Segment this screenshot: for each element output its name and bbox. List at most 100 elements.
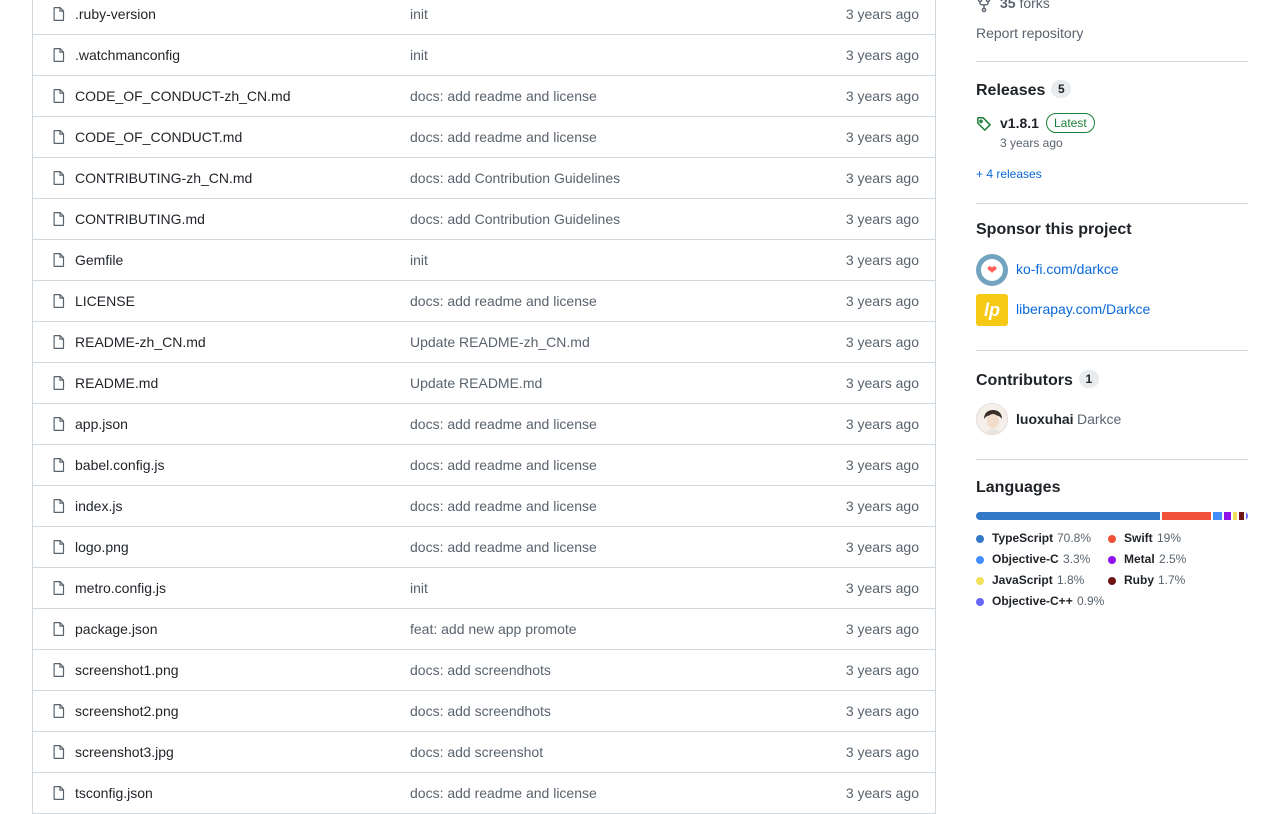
heart-icon: ❤: [981, 259, 1003, 281]
file-row[interactable]: metro.config.js init 3 years ago: [33, 568, 935, 609]
commit-message-link[interactable]: Update README-zh_CN.md: [410, 322, 590, 363]
file-name-link[interactable]: index.js: [75, 486, 122, 527]
language-percent: 2.5%: [1159, 552, 1187, 566]
file-name-link[interactable]: CODE_OF_CONDUCT.md: [75, 117, 242, 158]
file-icon: [53, 130, 65, 144]
file-name-link[interactable]: Gemfile: [75, 240, 123, 281]
file-row[interactable]: screenshot1.png docs: add screendhots 3 ye…: [33, 650, 935, 691]
file-name-link[interactable]: LICENSE: [75, 281, 135, 322]
releases-heading[interactable]: Releases 5: [976, 80, 1072, 100]
file-row[interactable]: README.md Update README.md 3 years ago: [33, 363, 935, 404]
commit-message-link[interactable]: docs: add screendhots: [410, 650, 551, 691]
releases-count: 5: [1051, 80, 1072, 98]
sponsor-kofi[interactable]: ❤ ko-fi.com/darkce: [976, 254, 1248, 286]
commit-message-link[interactable]: Update README.md: [410, 363, 542, 404]
file-row[interactable]: screenshot3.jpg docs: add screenshot 3 yea…: [33, 732, 935, 773]
file-row[interactable]: Gemfile init 3 years ago: [33, 240, 935, 281]
sponsor-liberapay[interactable]: lp liberapay.com/Darkce: [976, 294, 1248, 326]
file-name-link[interactable]: screenshot1.png: [75, 650, 179, 691]
commit-age: 3 years ago: [845, 252, 919, 268]
commit-message-link[interactable]: docs: add readme and license: [410, 117, 597, 158]
file-row[interactable]: CONTRIBUTING.md docs: add Contribution Gu…: [33, 199, 935, 240]
file-name-link[interactable]: babel.config.js: [75, 445, 165, 486]
file-icon: [53, 294, 65, 308]
file-name-link[interactable]: package.json: [75, 609, 158, 650]
language-color-dot: [1108, 556, 1116, 564]
file-row[interactable]: LICENSE docs: add readme and license 3 yea…: [33, 281, 935, 322]
language-percent: 70.8%: [1057, 531, 1092, 545]
file-name-link[interactable]: screenshot3.jpg: [75, 732, 174, 773]
file-row[interactable]: screenshot2.png docs: add screendhots 3 ye…: [33, 691, 935, 732]
commit-message-link[interactable]: docs: add Contribution Guidelines: [410, 199, 620, 240]
file-icon: [53, 499, 65, 513]
file-row[interactable]: tsconfig.json docs: add readme and licens…: [33, 773, 935, 814]
file-name-link[interactable]: .watchmanconfig: [75, 35, 180, 76]
avatar[interactable]: [976, 403, 1008, 435]
commit-message-link[interactable]: docs: add readme and license: [410, 76, 597, 117]
file-row[interactable]: package.json feat: add new app promote 3 y…: [33, 609, 935, 650]
file-row[interactable]: app.json docs: add readme and license 3 ye…: [33, 404, 935, 445]
kofi-link[interactable]: ko-fi.com/darkce: [1016, 261, 1119, 277]
forks-count: 35: [1000, 0, 1016, 11]
file-name-link[interactable]: README.md: [75, 363, 158, 404]
file-row[interactable]: babel.config.js docs: add readme and lice…: [33, 445, 935, 486]
commit-message-link[interactable]: docs: add readme and license: [410, 527, 597, 568]
commit-message-link[interactable]: init: [410, 35, 428, 76]
file-icon: [53, 89, 65, 103]
file-row[interactable]: CODE_OF_CONDUCT-zh_CN.md docs: add readme…: [33, 76, 935, 117]
sponsor-heading: Sponsor this project: [976, 221, 1132, 238]
file-row[interactable]: .watchmanconfig init 3 years ago: [33, 35, 935, 76]
contributors-heading[interactable]: Contributors 1: [976, 370, 1099, 390]
commit-message-link[interactable]: docs: add screendhots: [410, 691, 551, 732]
commit-message-link[interactable]: docs: add readme and license: [410, 445, 597, 486]
commit-message-link[interactable]: init: [410, 568, 428, 609]
commit-message-link[interactable]: init: [410, 0, 428, 35]
file-name-link[interactable]: app.json: [75, 404, 128, 445]
contributor-name: Darkce: [1077, 411, 1122, 427]
file-row[interactable]: logo.png docs: add readme and license 3 ye…: [33, 527, 935, 568]
commit-message-link[interactable]: docs: add readme and license: [410, 773, 597, 814]
language-color-dot: [1108, 535, 1116, 543]
commit-message-link[interactable]: docs: add screenshot: [410, 732, 543, 773]
file-icon: [53, 7, 65, 21]
file-name-link[interactable]: logo.png: [75, 527, 129, 568]
file-name-link[interactable]: metro.config.js: [75, 568, 166, 609]
commit-message-link[interactable]: feat: add new app promote: [410, 609, 577, 650]
release-date: 3 years ago: [1000, 136, 1063, 150]
file-name-link[interactable]: CONTRIBUTING-zh_CN.md: [75, 158, 252, 199]
commit-message-link[interactable]: init: [410, 240, 428, 281]
commit-age: 3 years ago: [845, 539, 919, 555]
commit-age: 3 years ago: [845, 129, 919, 145]
file-name-link[interactable]: tsconfig.json: [75, 773, 153, 814]
file-icon: [53, 745, 65, 759]
contributor[interactable]: luoxuhai Darkce: [976, 403, 1248, 435]
language-name: Objective-C: [992, 552, 1059, 566]
commit-message-link[interactable]: docs: add readme and license: [410, 404, 597, 445]
file-row[interactable]: README-zh_CN.md Update README-zh_CN.md 3 y…: [33, 322, 935, 363]
file-row[interactable]: CONTRIBUTING-zh_CN.md docs: add Contribut…: [33, 158, 935, 199]
file-name-link[interactable]: README-zh_CN.md: [75, 322, 206, 363]
commit-message-link[interactable]: docs: add readme and license: [410, 486, 597, 527]
file-name-link[interactable]: CONTRIBUTING.md: [75, 199, 205, 240]
file-icon: [53, 540, 65, 554]
file-name-link[interactable]: .ruby-version: [75, 0, 156, 35]
liberapay-link[interactable]: liberapay.com/Darkce: [1016, 301, 1150, 317]
file-icon: [53, 663, 65, 677]
more-releases-link[interactable]: + 4 releases: [976, 167, 1042, 181]
commit-age: 3 years ago: [845, 621, 919, 637]
sidebar-divider: [976, 350, 1248, 351]
file-row[interactable]: index.js docs: add readme and license 3 ye…: [33, 486, 935, 527]
commit-age: 3 years ago: [845, 580, 919, 596]
report-repository-link[interactable]: Report repository: [976, 25, 1083, 41]
latest-release[interactable]: v1.8.1 Latest 3 years ago: [976, 113, 1248, 153]
release-name[interactable]: v1.8.1: [1000, 115, 1039, 131]
file-name-link[interactable]: screenshot2.png: [75, 691, 179, 732]
file-row[interactable]: .ruby-version init 3 years ago: [33, 0, 935, 35]
commit-message-link[interactable]: docs: add Contribution Guidelines: [410, 158, 620, 199]
language-color-dot: [976, 535, 984, 543]
commit-message-link[interactable]: docs: add readme and license: [410, 281, 597, 322]
language-name: Swift: [1124, 531, 1153, 545]
file-row[interactable]: CODE_OF_CONDUCT.md docs: add readme and l…: [33, 117, 935, 158]
file-name-link[interactable]: CODE_OF_CONDUCT-zh_CN.md: [75, 76, 290, 117]
contributor-login[interactable]: luoxuhai: [1016, 411, 1074, 427]
